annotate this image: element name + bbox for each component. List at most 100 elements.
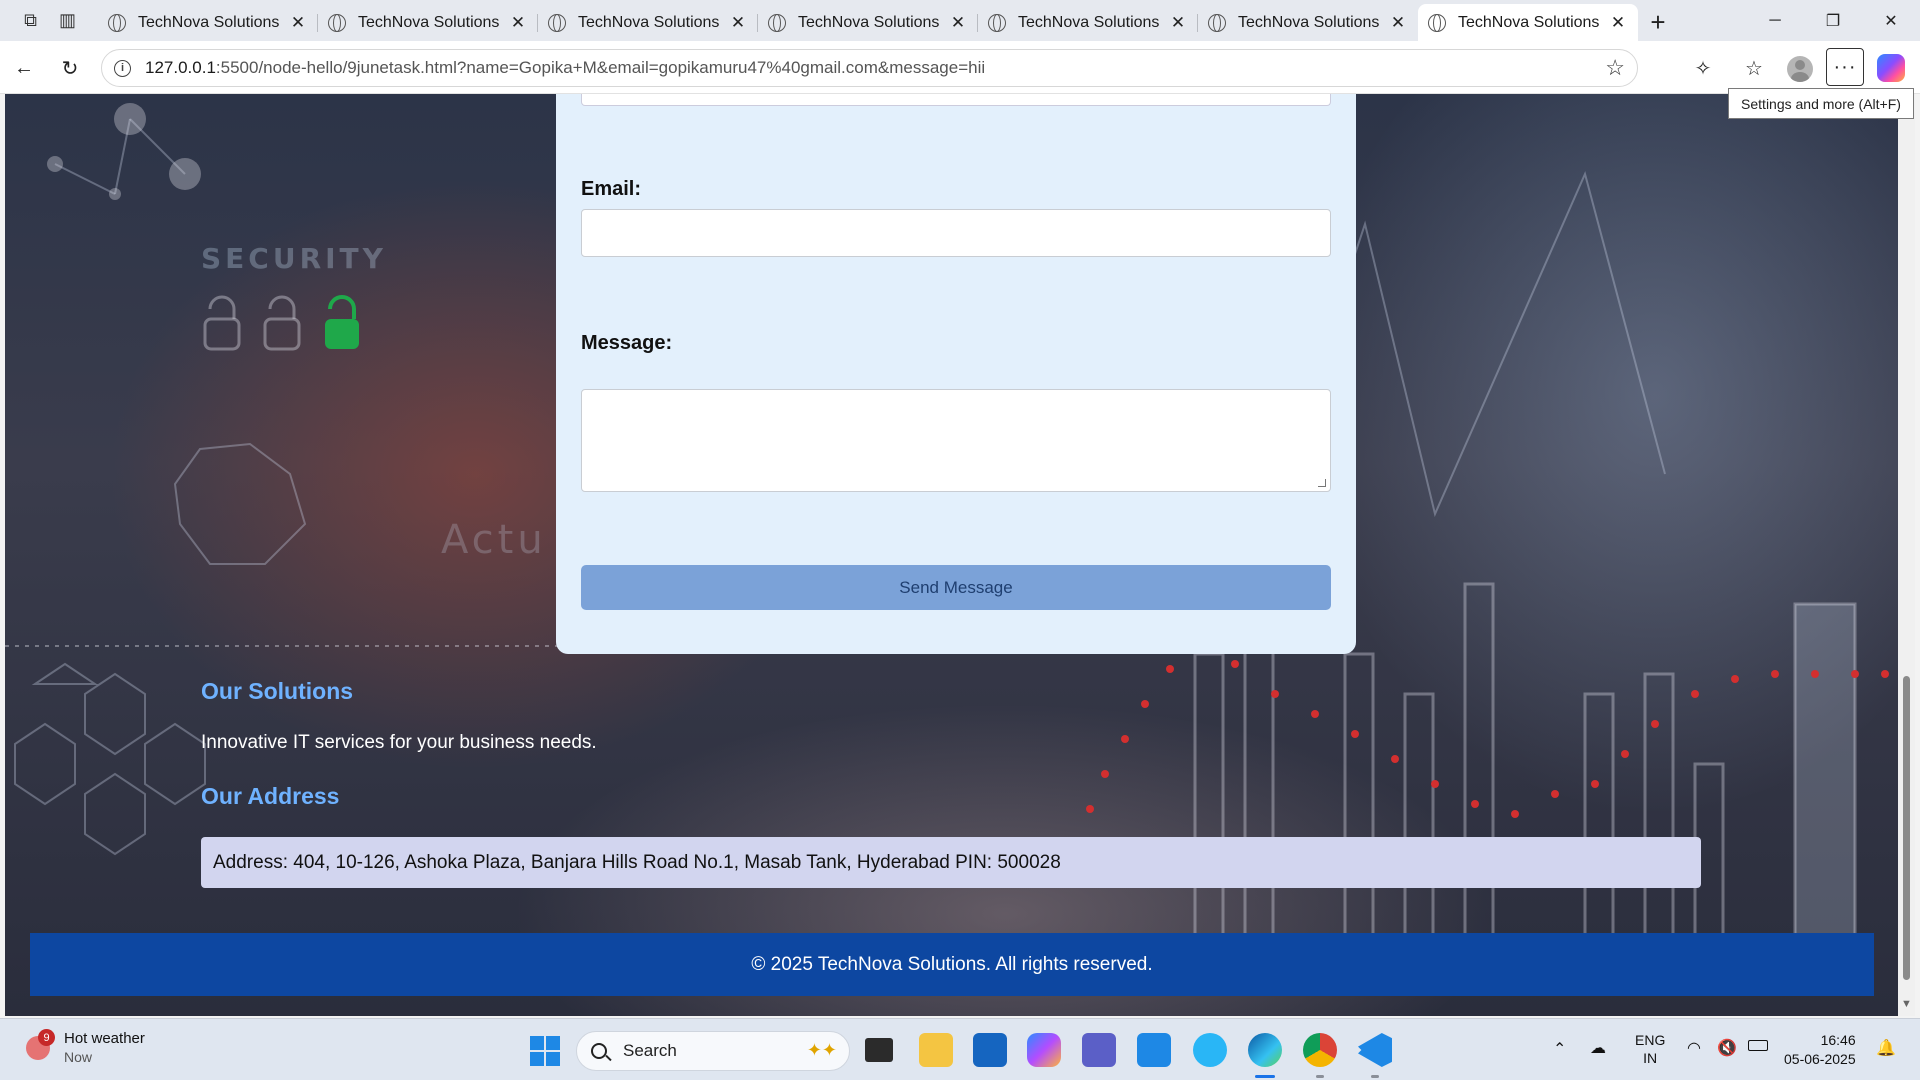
browser-tab[interactable]: TechNova Solutions ✕ [538, 4, 758, 41]
sparkle-icon: ✦✦ [806, 1040, 837, 1060]
extensions-icon[interactable]: ✧ [1685, 50, 1721, 86]
solutions-heading: Our Solutions [201, 678, 354, 704]
browser-tab[interactable]: TechNova Solutions ✕ [98, 4, 318, 41]
weather-subtitle: Now [64, 1049, 93, 1065]
email-field[interactable] [581, 209, 1331, 257]
contact-form-card: Email: Message: Send Message [556, 94, 1356, 654]
clock-date: 05-06-2025 [1784, 1051, 1856, 1067]
show-hidden-icons-chevron-icon[interactable]: ⌃ [1553, 1039, 1566, 1059]
close-icon[interactable]: ✕ [1168, 13, 1188, 33]
profile-avatar[interactable] [1787, 56, 1813, 82]
globe-icon [1428, 13, 1446, 32]
copilot-icon[interactable] [1877, 54, 1905, 82]
address-heading: Our Address [201, 783, 340, 809]
page-footer: © 2025 TechNova Solutions. All rights re… [30, 933, 1874, 996]
browser-tab[interactable]: TechNova Solutions ✕ [758, 4, 978, 41]
globe-icon [328, 13, 346, 32]
volume-muted-icon[interactable]: 🔇 [1717, 1038, 1737, 1058]
help-icon[interactable] [1193, 1033, 1227, 1067]
address-bar[interactable]: i 127.0.0.1:5500/node-hello/9junetask.ht… [101, 49, 1638, 87]
tab-title: TechNova Solutions [138, 13, 280, 31]
workspaces-icon[interactable]: ⧉ [12, 0, 49, 41]
tab-title: TechNova Solutions [578, 13, 720, 31]
tab-title: TechNova Solutions [358, 13, 500, 31]
notifications-icon[interactable]: 🔔 [1876, 1038, 1896, 1058]
store-icon[interactable] [973, 1033, 1007, 1067]
battery-icon[interactable] [1748, 1040, 1768, 1051]
url-path: :5500/node-hello/9junetask.html?name=Gop… [215, 58, 986, 77]
minimize-button[interactable]: ─ [1746, 0, 1804, 41]
close-icon[interactable]: ✕ [1388, 13, 1408, 33]
url-host: 127.0.0.1 [145, 58, 216, 77]
browser-toolbar: ← ↻ i 127.0.0.1:5500/node-hello/9junetas… [0, 41, 1920, 94]
globe-icon [108, 13, 126, 32]
region-code: IN [1643, 1050, 1658, 1066]
name-input[interactable] [581, 94, 1331, 106]
weather-widget[interactable]: 9 Hot weather Now [26, 1029, 145, 1067]
favorites-icon[interactable]: ☆ [1736, 50, 1772, 86]
message-label: Message: [581, 332, 673, 354]
message-textarea[interactable] [581, 389, 1331, 492]
window-close-button[interactable]: ✕ [1862, 0, 1920, 41]
clock[interactable]: 16:46 05-06-2025 [1784, 1031, 1856, 1069]
copilot-app-icon[interactable] [1027, 1033, 1061, 1067]
tab-title: TechNova Solutions [1238, 13, 1380, 31]
close-icon[interactable]: ✕ [1608, 13, 1628, 33]
background-actu-text: Actu [441, 517, 547, 563]
scrollbar-thumb[interactable] [1903, 676, 1910, 980]
globe-icon [548, 13, 566, 32]
teams-icon[interactable] [1082, 1033, 1116, 1067]
weather-icon: 9 [26, 1029, 55, 1060]
close-icon[interactable]: ✕ [948, 13, 968, 33]
tab-strip: ⧉ ▥ TechNova Solutions ✕ TechNova Soluti… [0, 0, 1920, 41]
edge-icon[interactable] [1248, 1033, 1282, 1067]
email-label: Email: [581, 178, 642, 200]
clock-time: 16:46 [1820, 1032, 1856, 1048]
close-icon[interactable]: ✕ [508, 13, 528, 33]
start-button[interactable] [530, 1036, 560, 1066]
wifi-icon[interactable]: ◠ [1687, 1038, 1701, 1058]
globe-icon [1208, 13, 1226, 32]
resize-grip-icon[interactable] [1318, 479, 1326, 487]
language-code: ENG [1635, 1032, 1666, 1048]
close-icon[interactable]: ✕ [728, 13, 748, 33]
url-text[interactable]: 127.0.0.1:5500/node-hello/9junetask.html… [145, 58, 985, 78]
site-info-icon[interactable]: i [114, 59, 131, 77]
taskbar-search[interactable]: Search ✦✦ [576, 1031, 850, 1071]
browser-tab[interactable]: TechNova Solutions ✕ [1198, 4, 1418, 41]
chrome-icon[interactable] [1303, 1033, 1337, 1067]
tab-title: TechNova Solutions [1458, 13, 1600, 31]
address-box: Address: 404, 10-126, Ashoka Plaza, Banj… [201, 837, 1701, 888]
browser-tab-active[interactable]: TechNova Solutions ✕ [1418, 4, 1638, 41]
scroll-down-icon[interactable]: ▼ [1901, 998, 1912, 1010]
search-icon [591, 1043, 607, 1059]
task-view-icon[interactable] [865, 1038, 893, 1062]
running-indicator [1371, 1075, 1379, 1078]
send-message-button[interactable]: Send Message [581, 565, 1331, 610]
file-explorer-icon[interactable] [919, 1033, 953, 1067]
vscode-icon[interactable] [1358, 1033, 1392, 1067]
running-indicator [1316, 1075, 1324, 1078]
myhp-icon[interactable] [1137, 1033, 1171, 1067]
page-scrollbar[interactable]: ▲ ▼ [1898, 94, 1915, 1016]
vertical-tabs-icon[interactable]: ▥ [49, 0, 86, 41]
close-icon[interactable]: ✕ [288, 13, 308, 33]
search-placeholder: Search [623, 1041, 677, 1060]
new-tab-button[interactable]: + [1638, 4, 1678, 41]
refresh-button[interactable]: ↻ [52, 50, 88, 86]
restore-button[interactable]: ❐ [1804, 0, 1862, 41]
background-security-text: SECURITY [201, 242, 387, 275]
browser-tab[interactable]: TechNova Solutions ✕ [978, 4, 1198, 41]
solutions-text: Innovative IT services for your business… [201, 732, 597, 753]
page-viewport: SECURITY Actu Email: Message: Send Messa… [5, 94, 1898, 1016]
browser-tab[interactable]: TechNova Solutions ✕ [318, 4, 538, 41]
onedrive-icon[interactable]: ☁ [1590, 1038, 1606, 1058]
back-button[interactable]: ← [6, 50, 42, 86]
globe-icon [988, 13, 1006, 32]
settings-more-button[interactable]: ··· [1826, 48, 1864, 86]
tab-title: TechNova Solutions [1018, 13, 1160, 31]
favorite-star-icon[interactable]: ☆ [1605, 55, 1625, 81]
language-indicator[interactable]: ENG IN [1635, 1031, 1665, 1067]
tooltip: Settings and more (Alt+F) [1728, 88, 1914, 119]
weather-title: Hot weather [64, 1030, 145, 1047]
